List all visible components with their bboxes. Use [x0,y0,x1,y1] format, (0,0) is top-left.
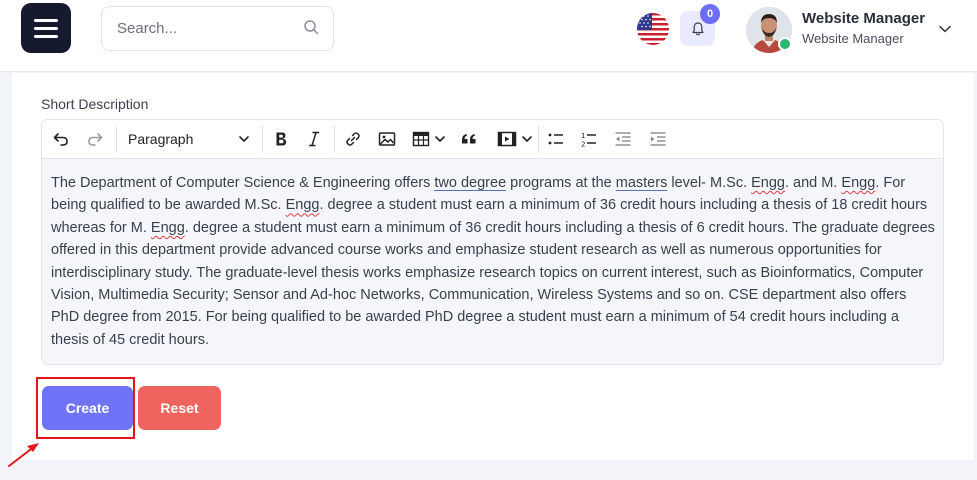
hamburger-icon-line [34,18,58,22]
redo-icon [88,133,103,146]
rich-text-editor: Paragraph 1 2 The Department of Computer… [41,119,944,365]
undo-icon [53,133,68,146]
italic-button[interactable] [303,128,325,150]
search-input[interactable] [102,7,292,50]
editor-content[interactable]: The Department of Computer Science & Eng… [51,172,935,351]
insert-table-button[interactable] [409,128,449,150]
blockquote-icon [462,134,476,144]
bold-icon [276,132,287,146]
content-text: two degree [434,175,507,191]
search-icon[interactable] [303,19,319,35]
user-name: Website Manager [802,10,926,27]
notification-count-badge: 0 [700,4,720,24]
menu-toggle-button[interactable] [21,3,71,53]
chevron-down-icon [435,136,445,142]
content-text: Engg [751,175,785,191]
annotation-arrow-icon [8,443,39,467]
image-icon [378,132,396,146]
link-button[interactable] [342,128,364,150]
redo-button[interactable] [84,128,106,150]
content-text: level- M.Sc. [667,175,752,191]
bold-button[interactable] [270,128,292,150]
toolbar-divider [334,126,335,153]
content-text: . degree a student must earn a minimum o… [51,219,935,348]
bell-icon [691,21,704,35]
editor-toolbar: Paragraph 1 2 [42,120,943,159]
toolbar-divider [116,126,117,153]
bulleted-list-button[interactable] [545,128,567,150]
us-flag-icon[interactable] [637,13,669,45]
outdent-button[interactable] [612,128,634,150]
italic-icon [309,131,319,147]
user-role: Website Manager [802,31,904,46]
table-icon [412,131,430,147]
media-icon [497,131,517,147]
undo-button[interactable] [50,128,72,150]
svg-text:1: 1 [581,132,585,140]
content-text: masters [615,175,668,191]
content-text: . and M. [785,175,842,191]
indent-icon [650,132,666,146]
numbered-list-icon: 1 2 [581,132,596,149]
content-text: Engg [285,197,320,214]
blockquote-button[interactable] [458,128,480,150]
content-text: The Department of Computer Science & Eng… [51,175,435,191]
chevron-down-icon[interactable] [938,22,952,36]
content-text: Engg [150,219,185,236]
toolbar-divider [262,126,263,153]
toolbar-divider [538,126,539,153]
hamburger-icon-line [34,26,58,30]
link-icon [346,132,360,146]
insert-media-button[interactable] [492,128,538,150]
outdent-icon [615,132,631,146]
online-status-indicator [778,37,792,51]
block-format-value: Paragraph [128,131,194,147]
annotation-highlight-box [36,377,135,439]
bulleted-list-icon [548,133,563,145]
content-text: Engg [841,175,876,191]
chevron-down-icon [239,136,249,142]
block-format-select[interactable]: Paragraph [122,128,252,150]
chevron-down-icon [522,136,532,142]
search-box [101,6,334,51]
hamburger-icon-line [34,34,58,38]
reset-button[interactable]: Reset [138,386,221,430]
numbered-list-button[interactable]: 1 2 [578,128,600,150]
short-description-label: Short Description [41,96,149,112]
indent-button[interactable] [647,128,669,150]
svg-text:2: 2 [581,141,585,149]
insert-image-button[interactable] [376,128,398,150]
content-text: programs at the [506,175,616,191]
